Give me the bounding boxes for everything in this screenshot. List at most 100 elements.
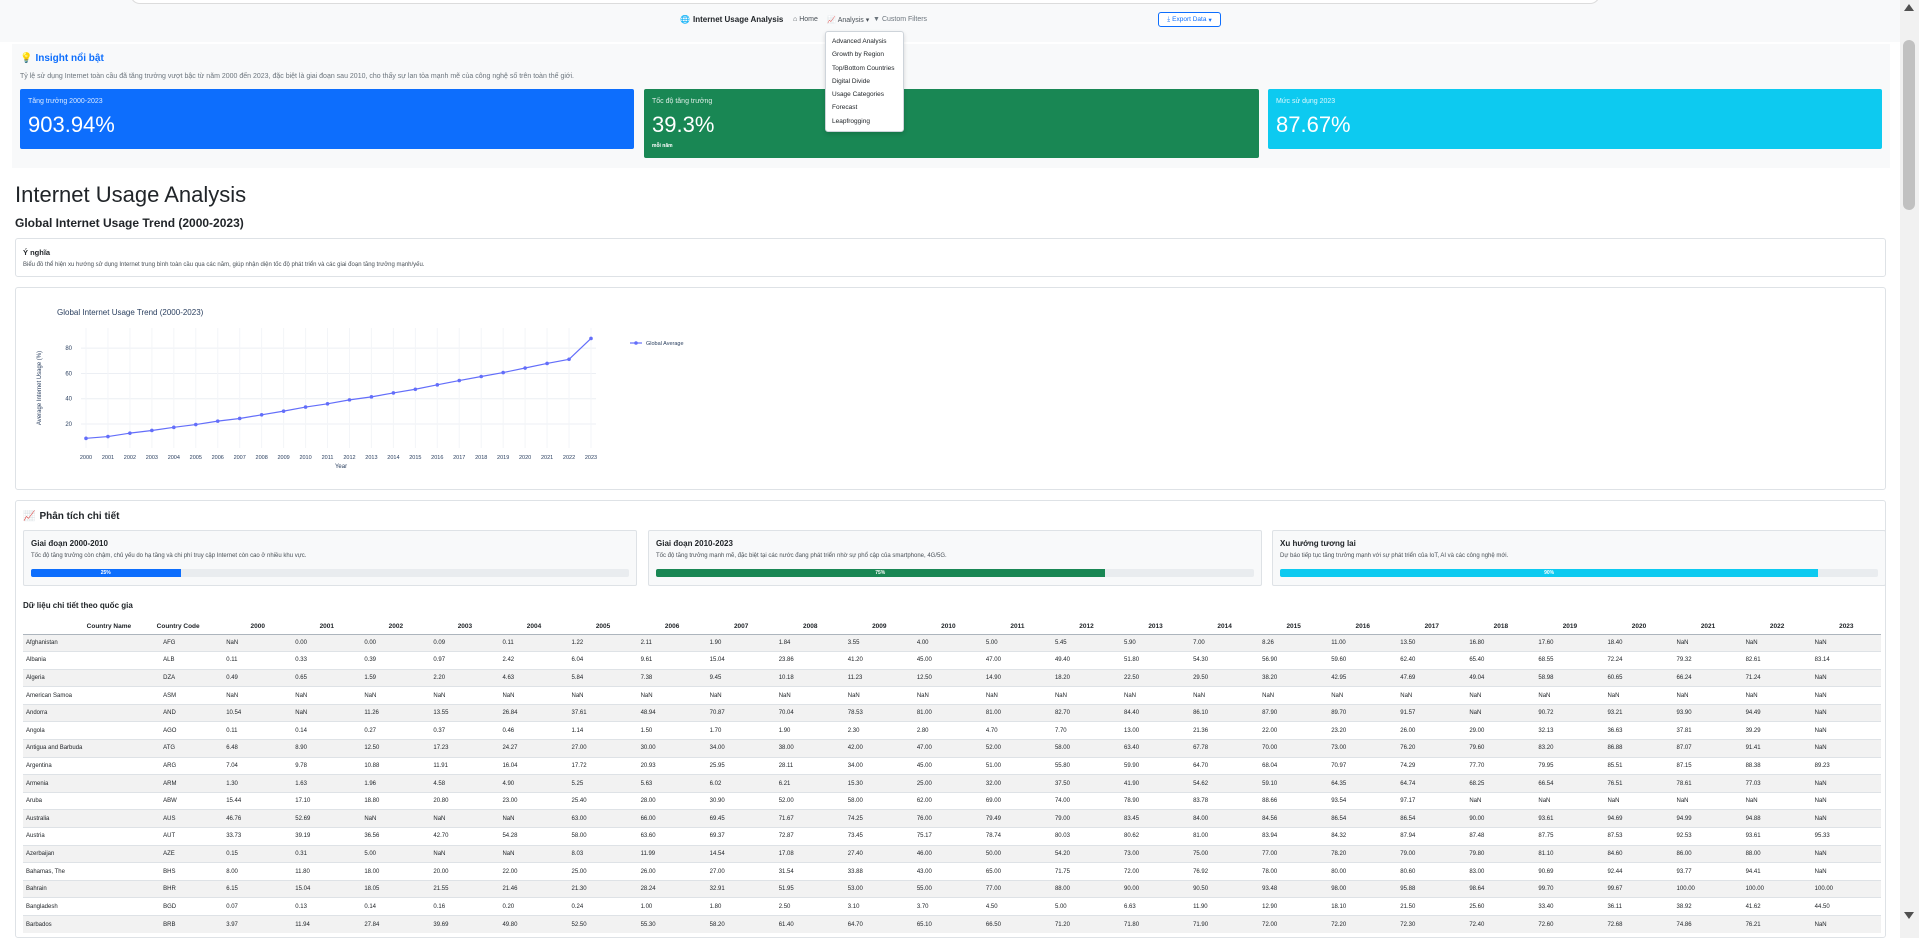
- menu-item-growth-by-region[interactable]: Growth by Region: [826, 48, 903, 61]
- export-data-button[interactable]: ⤓ Export Data ▾: [1158, 12, 1221, 27]
- data-point: [523, 366, 527, 370]
- table-cell: 91.57: [1397, 703, 1467, 722]
- nav-home[interactable]: ⌂ Home: [793, 16, 818, 23]
- table-header-cell[interactable]: 2013: [1121, 620, 1191, 635]
- table-header-cell[interactable]: 2012: [1051, 620, 1122, 635]
- table-cell: 93.90: [1673, 703, 1743, 722]
- table-cell: 32.00: [982, 774, 1052, 793]
- table-header-cell[interactable]: 2000: [223, 620, 293, 635]
- table-cell: 21.46: [499, 879, 569, 898]
- table-header-cell[interactable]: 2001: [292, 620, 362, 635]
- table-cell: 87.90: [1259, 703, 1329, 722]
- table-cell: 83.20: [1535, 739, 1605, 758]
- menu-item-usage-categories[interactable]: Usage Categories: [826, 88, 903, 101]
- table-cell: 0.27: [361, 721, 431, 740]
- table-header-cell[interactable]: 2018: [1466, 620, 1536, 635]
- table-header-cell[interactable]: 2021: [1673, 620, 1743, 635]
- table-cell: 22.00: [1259, 721, 1329, 740]
- table-cell: 5.00: [982, 633, 1052, 652]
- table-cell: 12.90: [1259, 897, 1329, 916]
- data-point: [545, 361, 549, 366]
- table-row: Angola AGO 0.11 0.14 0.27 0.37 0.46 1.14 1.50 1.7…: [23, 721, 1881, 740]
- table-header-cell[interactable]: 2020: [1604, 620, 1674, 635]
- table-cell: 100.00: [1673, 879, 1743, 898]
- table-header-cell[interactable]: 2022: [1742, 620, 1812, 635]
- menu-item-digital-divide[interactable]: Digital Divide: [826, 75, 903, 88]
- table-cell: 6.63: [1121, 897, 1191, 916]
- table-cell: 37.61: [568, 703, 638, 722]
- table-header-cell[interactable]: 2023: [1811, 620, 1881, 635]
- table-cell: 58.00: [844, 791, 914, 810]
- data-point: [128, 431, 132, 435]
- table-cell: 84.56: [1259, 809, 1329, 828]
- table-cell: 13.50: [1397, 633, 1467, 652]
- x-tick-label: 2001: [102, 455, 114, 461]
- table-header-cell[interactable]: 2005: [568, 620, 638, 635]
- chart-section-title: Global Internet Usage Trend (2000-2023): [15, 216, 244, 230]
- table-cell: Bangladesh: [23, 897, 134, 916]
- table-cell: 88.38: [1742, 756, 1812, 775]
- table-cell: 65.40: [1466, 651, 1536, 670]
- table-header-cell[interactable]: 2002: [361, 620, 431, 635]
- table-cell: ARG: [133, 756, 224, 775]
- table-cell: 80.62: [1121, 827, 1191, 846]
- table-cell: 47.69: [1397, 668, 1467, 687]
- table-cell: Aruba: [23, 791, 134, 810]
- table-header-cell[interactable]: Country Code: [133, 620, 224, 635]
- scrollbar-thumb[interactable]: [1903, 40, 1915, 210]
- table-cell: 51.00: [982, 756, 1052, 775]
- table-cell: 55.30: [637, 915, 707, 934]
- line-chart[interactable]: 20 40 60 80 2000 2001 2002 2003 2004 2005 2006 2007…: [16, 288, 1887, 491]
- table-container[interactable]: Country Name Country Code 2000 2001 2002 2003…: [23, 620, 1881, 938]
- menu-item-advanced-analysis[interactable]: Advanced Analysis: [826, 35, 903, 48]
- scroll-up-arrow-icon[interactable]: [1904, 4, 1914, 11]
- table-header-cell[interactable]: 2019: [1535, 620, 1605, 635]
- nav-filters[interactable]: ▼ Custom Filters: [873, 16, 927, 23]
- table-header-cell[interactable]: Country Name: [23, 620, 134, 635]
- table-cell: 18.10: [1328, 897, 1398, 916]
- table-header-cell[interactable]: 2006: [637, 620, 707, 635]
- table-header-cell[interactable]: 2017: [1397, 620, 1467, 635]
- table-cell: 81.00: [913, 703, 983, 722]
- table-header-cell[interactable]: 2008: [775, 620, 845, 635]
- table-cell: 0.24: [568, 897, 638, 916]
- table-cell: 46.00: [913, 844, 983, 863]
- navbar-brand[interactable]: 🌐 Internet Usage Analysis: [680, 15, 783, 24]
- scroll-down-arrow-icon[interactable]: [1904, 912, 1914, 919]
- table-cell: 84.00: [1190, 809, 1260, 828]
- browser-bar: [130, 0, 1600, 4]
- progress-track: 25%: [31, 569, 629, 577]
- table-cell: 37.50: [1051, 774, 1122, 793]
- nav-analysis[interactable]: 📈 Analysis ▾: [827, 16, 869, 25]
- menu-item-leapfrogging[interactable]: Leapfrogging: [826, 115, 903, 128]
- table-cell: 29.00: [1466, 721, 1536, 740]
- table-cell: 83.45: [1121, 809, 1191, 828]
- table-header-cell[interactable]: 2014: [1190, 620, 1260, 635]
- table-cell: 4.63: [499, 668, 569, 687]
- table-cell: 62.00: [913, 791, 983, 810]
- menu-item-top-bottom-countries[interactable]: Top/Bottom Countries: [826, 62, 903, 75]
- table-cell: 71.80: [1121, 915, 1191, 934]
- data-point: [193, 422, 198, 427]
- table-cell: 65.00: [982, 862, 1052, 881]
- table-header-cell[interactable]: 2011: [982, 620, 1052, 635]
- table-header-cell[interactable]: 2003: [430, 620, 500, 635]
- table-cell: 9.61: [637, 651, 707, 670]
- table-header-cell[interactable]: 2007: [706, 620, 776, 635]
- table-header-cell[interactable]: 2010: [913, 620, 983, 635]
- table-cell: 37.81: [1673, 721, 1743, 740]
- table-cell: 0.13: [292, 897, 362, 916]
- table-header-cell[interactable]: 2015: [1259, 620, 1329, 635]
- table-header-cell[interactable]: 2004: [499, 620, 569, 635]
- menu-item-forecast[interactable]: Forecast: [826, 101, 903, 114]
- table-header-cell[interactable]: 2009: [844, 620, 914, 635]
- x-tick-label: 2018: [475, 455, 487, 461]
- table-cell: 38.20: [1259, 668, 1329, 687]
- table-cell: NaN: [223, 633, 293, 652]
- table-header-cell[interactable]: 2016: [1328, 620, 1398, 635]
- table-cell: 51.80: [1121, 651, 1191, 670]
- table-cell: 17.08: [775, 844, 845, 863]
- table-cell: 68.25: [1466, 774, 1536, 793]
- table-cell: 5.45: [1051, 633, 1122, 652]
- table-cell: 78.53: [844, 703, 914, 722]
